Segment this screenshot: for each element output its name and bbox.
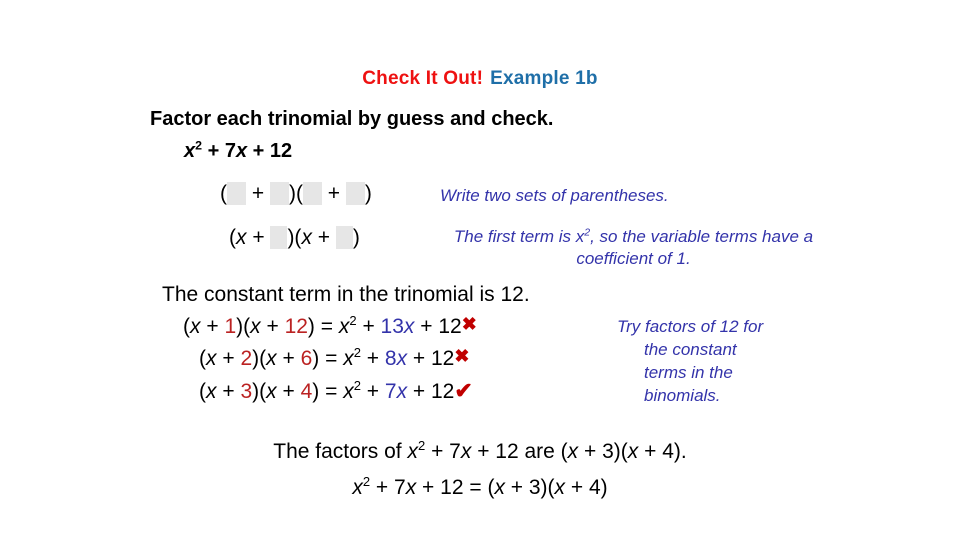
check-icon-3: ✔: [454, 378, 473, 403]
prompt-expression-rest: + 7x + 12: [202, 140, 293, 162]
annotation-try-factors-line-3: terms in the: [644, 362, 733, 382]
title-check-it-out: Check It Out!: [362, 68, 484, 89]
blank-box-4: [345, 182, 365, 205]
conclusion-equation-line: x2 + 7x + 12 = (x + 3)(x + 4): [0, 474, 960, 500]
attempt-2-plus: +: [360, 347, 385, 370]
slide-canvas: Check It Out! Example 1b Factor each trin…: [0, 0, 960, 540]
attempt-2-eq: ) = x: [312, 347, 354, 370]
attempt-row-2: (x + 2)(x + 6) = x2 + 8x + 12✖: [199, 346, 469, 371]
blank-box-2: [269, 182, 289, 205]
prompt-instruction: Factor each trinomial by guess and check…: [150, 108, 554, 130]
row2-lead: (x +: [229, 226, 271, 249]
title-example-label: Example 1b: [490, 68, 598, 89]
annotation-first-term: The first term is x2, so the variable te…: [446, 226, 821, 271]
prompt-expression-exponent: 2: [195, 138, 203, 153]
blank-box-5: [270, 226, 288, 249]
prompt-expression-variable: x: [184, 140, 196, 162]
attempt-3-mid: )(x +: [252, 380, 301, 403]
attempt-1-factor-2: 12: [284, 315, 308, 338]
plus-sign-2: +: [321, 182, 346, 205]
attempt-1-factor-1: 1: [224, 315, 237, 338]
conclusion-1-a: The factors of x: [273, 440, 418, 463]
attempt-2-tail: + 12: [407, 347, 455, 370]
conclusion-2-exp: 2: [362, 474, 371, 489]
conclusion-1-b: + 7x + 12 are (x + 3)(x + 4).: [425, 440, 687, 463]
attempt-1-eq: ) = x: [307, 315, 350, 338]
plus-sign-1: +: [246, 182, 270, 205]
attempt-row-1: (x + 1)(x + 12) = x2 + 13x + 12✖: [183, 314, 477, 339]
attempt-2-lead: (x +: [199, 347, 241, 370]
attempt-3-plus: +: [360, 380, 385, 403]
blank-box-6: [335, 226, 353, 249]
constant-term-statement: The constant term in the trinomial is 12…: [162, 283, 530, 306]
attempt-1-lead: (x +: [183, 315, 225, 338]
attempt-1-mid: )(x +: [236, 315, 285, 338]
annotation-try-factors-line-4: binomials.: [644, 385, 721, 405]
prompt-expression: x2 + 7x + 12: [184, 138, 293, 163]
annotation-try-factors: Try factors of 12 for the constant terms…: [617, 316, 832, 408]
attempt-1-exponent: 2: [349, 313, 357, 328]
attempt-3-middle-coefficient: 7x: [384, 380, 408, 403]
attempt-3-lead: (x +: [199, 380, 241, 403]
attempt-1-tail: + 12: [414, 315, 462, 338]
attempt-2-factor-2: 6: [300, 347, 313, 370]
step-row-x-parentheses: (x + )(x + ): [229, 226, 360, 250]
slide-title: Check It Out! Example 1b: [0, 68, 960, 90]
attempt-1-plus: +: [356, 315, 381, 338]
attempt-3-exponent: 2: [353, 378, 361, 393]
blank-box-3: [302, 182, 322, 205]
attempt-3-factor-1: 3: [240, 380, 253, 403]
row2-close: ): [352, 226, 360, 249]
paren-open-1: (: [220, 182, 227, 205]
annotation-try-factors-line-1: Try factors of 12 for: [617, 317, 764, 336]
attempt-2-exponent: 2: [353, 345, 361, 360]
attempt-2-factor-1: 2: [240, 347, 253, 370]
attempt-2-middle-coefficient: 8x: [384, 347, 408, 370]
row2-mid: )(x +: [287, 226, 336, 249]
attempt-3-tail: + 12: [407, 380, 455, 403]
annotation-first-term-b: , so the variable terms have a coefficie…: [576, 227, 814, 269]
step-row-empty-parentheses: ( + )( + ): [220, 182, 372, 206]
paren-open-2: (: [295, 182, 303, 205]
attempt-1-middle-coefficient: 13x: [380, 315, 415, 338]
annotation-first-term-a: The first term is x: [453, 227, 585, 246]
attempt-3-factor-2: 4: [300, 380, 313, 403]
annotation-try-factors-line-2: the constant: [644, 339, 737, 359]
conclusion-2-b: + 7x + 12 = (x + 3)(x + 4): [370, 476, 608, 499]
paren-close-1: ): [288, 182, 296, 205]
attempt-3-eq: ) = x: [312, 380, 354, 403]
cross-icon-1: ✖: [461, 314, 477, 334]
paren-close-2: ): [364, 182, 372, 205]
cross-icon-2: ✖: [454, 346, 470, 366]
blank-box-1: [227, 182, 246, 205]
attempt-2-mid: )(x +: [252, 347, 301, 370]
conclusion-2-a: x: [352, 476, 363, 499]
conclusion-factors-line: The factors of x2 + 7x + 12 are (x + 3)(…: [0, 439, 960, 464]
annotation-write-parentheses: Write two sets of parentheses.: [440, 186, 669, 205]
attempt-row-3: (x + 3)(x + 4) = x2 + 7x + 12✔: [199, 378, 473, 404]
